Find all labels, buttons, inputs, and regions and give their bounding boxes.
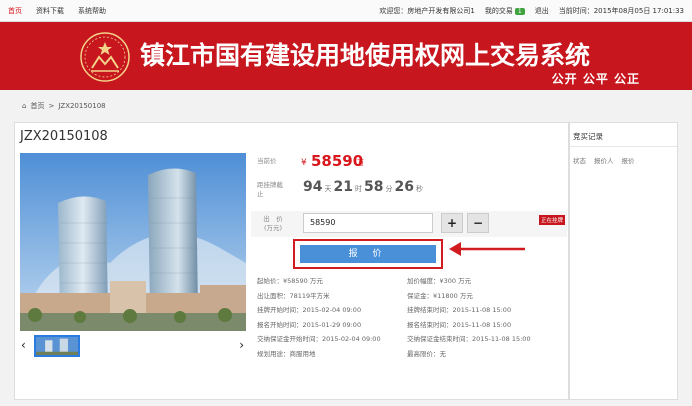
thumbnail-image[interactable] xyxy=(34,335,80,357)
detail-cell: 报名开始时间：2015-01-29 09:00 xyxy=(257,320,362,329)
top-bar: 首页 资料下载 系统帮助 欢迎您：房地产开发有限公司1 我的交易 1 退出 当前时… xyxy=(0,0,692,22)
detail-cell: 保证金：¥11800 万元 xyxy=(407,291,473,300)
hour-unit: 时 xyxy=(354,185,362,193)
current-time: 当前时间：2015年08月05日 17:01:33 xyxy=(558,7,684,15)
land-emblem-icon xyxy=(80,32,130,82)
detail-cell: 最高限价：无 xyxy=(407,349,446,358)
bid-row: 出 价 (万元) 58590 + − 正在挂牌 xyxy=(251,211,567,237)
bid-button-highlight: 报 价 xyxy=(293,239,443,269)
status-badge: 正在挂牌 xyxy=(538,215,565,225)
detail-cell: 挂牌开始时间：2015-02-04 09:00 xyxy=(257,306,362,315)
submit-bid-button[interactable]: 报 价 xyxy=(300,245,436,263)
countdown-label: 距挂牌截止 xyxy=(257,181,283,198)
price-currency: ¥ xyxy=(301,158,307,168)
lot-panel: JZX20150108 ‹ › 当前价 ¥ 58590 万 距挂牌截止 94 天… xyxy=(14,122,569,400)
my-trade-link[interactable]: 我的交易 1 xyxy=(485,6,525,16)
detail-cell: 加价幅度：¥300 万元 xyxy=(407,277,472,286)
nav-downloads[interactable]: 资料下载 xyxy=(36,6,64,16)
breadcrumb-current: JZX20150108 xyxy=(58,102,106,110)
detail-row: 出让面积：78119平方米 保证金：¥11800 万元 xyxy=(257,288,567,303)
bid-records-panel: 竞买记录 状态 报价人 报价 xyxy=(569,122,678,400)
breadcrumb-home[interactable]: 首页 xyxy=(30,101,44,111)
top-nav: 首页 资料下载 系统帮助 xyxy=(8,0,106,22)
detail-cell: 起始价：¥58590 万元 xyxy=(257,277,323,286)
detail-cell: 出让面积：78119平方米 xyxy=(257,291,330,300)
lot-title: JZX20150108 xyxy=(20,129,108,144)
records-title: 竞买记录 xyxy=(570,123,677,147)
records-col-status: 状态 xyxy=(573,157,586,165)
countdown-minutes: 58 xyxy=(363,179,384,195)
price-label: 当前价 xyxy=(257,157,277,165)
home-icon: ⌂ xyxy=(22,102,27,110)
detail-cell: 报名结束时间：2015-11-08 15:00 xyxy=(407,320,512,329)
detail-row: 起始价：¥58590 万元 加价幅度：¥300 万元 xyxy=(257,273,567,288)
nav-home[interactable]: 首页 xyxy=(8,6,22,16)
bid-amount-input[interactable]: 58590 xyxy=(303,213,433,233)
detail-cell: 交纳保证金结束时间：2015-11-08 15:00 xyxy=(407,335,531,344)
bid-label: 出 价 (万元) xyxy=(263,215,283,232)
countdown: 94 天 21 时 58 分 26 秒 xyxy=(303,179,425,195)
detail-cell: 交纳保证金开始时间：2015-02-04 09:00 xyxy=(257,335,381,344)
countdown-hours: 21 xyxy=(333,179,353,195)
countdown-days: 94 xyxy=(303,179,323,195)
logout-link[interactable]: 退出 xyxy=(535,6,549,16)
detail-row: 报名开始时间：2015-01-29 09:00 报名结束时间：2015-11-08… xyxy=(257,317,567,332)
decrease-bid-button[interactable]: − xyxy=(467,213,489,233)
detail-row: 挂牌开始时间：2015-02-04 09:00 挂牌结束时间：2015-11-08… xyxy=(257,302,567,317)
detail-row: 规划用途：商服用地 最高限价：无 xyxy=(257,346,567,361)
countdown-seconds: 26 xyxy=(394,179,414,195)
day-unit: 天 xyxy=(324,185,332,193)
second-unit: 秒 xyxy=(415,185,423,193)
detail-cell: 挂牌结束时间：2015-11-08 15:00 xyxy=(407,306,512,315)
my-trade-count-badge: 1 xyxy=(514,8,525,15)
chevron-left-icon[interactable]: ‹ xyxy=(21,338,26,352)
lot-photo xyxy=(20,153,246,331)
header-banner: 镇江市国有建设用地使用权网上交易系统 公开 公平 公正 xyxy=(0,22,692,90)
breadcrumb-separator: > xyxy=(48,102,55,110)
thumbnail-strip: ‹ › xyxy=(20,335,246,357)
welcome-text: 欢迎您：房地产开发有限公司1 xyxy=(379,7,475,15)
records-col-bidder: 报价人 xyxy=(594,157,614,165)
current-price: 58590 xyxy=(311,152,364,170)
my-trade-label[interactable]: 我的交易 xyxy=(485,7,513,15)
top-right: 欢迎您：房地产开发有限公司1 我的交易 1 退出 当前时间：2015年08月05日… xyxy=(379,0,684,22)
lot-details: 起始价：¥58590 万元 加价幅度：¥300 万元出让面积：78119平方米 保证… xyxy=(257,273,567,360)
price-unit: 万 xyxy=(357,159,364,167)
detail-row: 交纳保证金开始时间：2015-02-04 09:00 交纳保证金结束时间：2015… xyxy=(257,331,567,346)
detail-cell: 规划用途：商服用地 xyxy=(257,349,316,358)
records-header: 状态 报价人 报价 xyxy=(570,147,677,165)
pointer-arrow-icon xyxy=(449,242,525,256)
nav-help[interactable]: 系统帮助 xyxy=(78,6,106,16)
increase-bid-button[interactable]: + xyxy=(441,213,463,233)
system-title: 镇江市国有建设用地使用权网上交易系统 xyxy=(140,41,591,70)
system-slogan: 公开 公平 公正 xyxy=(551,72,640,86)
chevron-right-icon[interactable]: › xyxy=(239,338,244,352)
records-col-price: 报价 xyxy=(621,157,635,165)
minute-unit: 分 xyxy=(385,185,393,193)
breadcrumb: ⌂ 首页 > JZX20150108 xyxy=(14,98,606,114)
